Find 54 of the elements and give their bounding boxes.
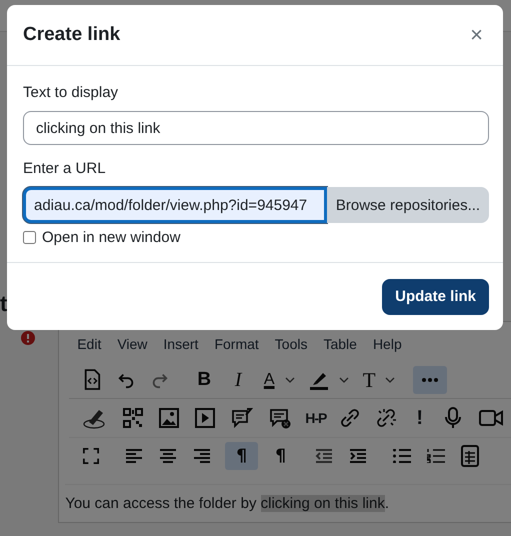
qr-code-icon[interactable] xyxy=(123,408,144,428)
field-label: Text to display xyxy=(23,84,120,101)
checkbox[interactable] xyxy=(23,231,36,244)
outdent-icon[interactable] xyxy=(315,449,334,463)
browse-button[interactable]: Browse repositories... xyxy=(327,187,489,223)
editor-content-text: You can access the folder by clicking on this link. xyxy=(65,484,511,512)
menu-item[interactable]: View xyxy=(117,336,148,352)
align-center-icon[interactable] xyxy=(159,449,178,463)
url-field[interactable]: adiau.ca/mod/folder/view.php?id=945947 xyxy=(23,187,327,223)
menu-item[interactable]: Help xyxy=(372,336,402,352)
indent-icon[interactable] xyxy=(349,449,368,463)
link-icon[interactable] xyxy=(340,408,360,428)
unlink-icon[interactable] xyxy=(376,408,396,428)
source-code-icon[interactable] xyxy=(83,369,102,391)
right-to-left-button[interactable]: ¶ xyxy=(264,442,298,470)
alert-icon[interactable]: ! xyxy=(416,406,423,430)
page-heading: t xyxy=(0,293,8,315)
text-field[interactable]: clicking on this link xyxy=(23,111,489,145)
menu-item[interactable]: Format xyxy=(214,336,259,352)
update-link-button[interactable]: Update link xyxy=(382,278,489,314)
more-icon xyxy=(422,378,438,382)
close-button[interactable]: × xyxy=(466,22,487,48)
comment-delete-icon[interactable] xyxy=(269,407,292,429)
menu-item[interactable]: Insert xyxy=(163,336,198,352)
undo-icon[interactable] xyxy=(117,371,136,389)
redo-icon[interactable] xyxy=(151,371,170,389)
align-left-icon[interactable] xyxy=(125,449,144,463)
caret-icon[interactable] xyxy=(339,377,350,383)
bold-button[interactable]: B xyxy=(187,369,222,391)
italic-button[interactable]: I xyxy=(221,368,256,392)
numbered-list-icon[interactable] xyxy=(427,449,446,463)
caret-icon[interactable] xyxy=(385,377,396,383)
menu-item[interactable]: Edit xyxy=(77,336,102,352)
more-button[interactable] xyxy=(413,366,448,394)
calculator-icon[interactable] xyxy=(461,445,480,467)
font-color-button[interactable]: A xyxy=(255,371,284,389)
media-icon[interactable] xyxy=(195,408,216,428)
bullet-list-icon[interactable] xyxy=(393,449,412,463)
left-to-right-button[interactable]: ¶ xyxy=(225,442,258,470)
menu-item[interactable]: Table xyxy=(323,336,357,352)
fullscreen-icon[interactable] xyxy=(83,448,100,464)
video-icon[interactable] xyxy=(479,409,503,427)
h5p-icon[interactable]: H-P xyxy=(305,410,326,426)
field-label: Enter a URL xyxy=(23,160,107,177)
microphone-icon[interactable] xyxy=(443,407,463,429)
align-right-icon[interactable] xyxy=(193,449,212,463)
font-size-button[interactable]: T xyxy=(355,368,384,392)
menu-item[interactable]: Tools xyxy=(274,336,308,352)
image-icon[interactable] xyxy=(159,408,180,428)
dialog-title: Create link xyxy=(23,24,120,46)
comment-icon[interactable] xyxy=(231,407,254,429)
highlighter-icon[interactable] xyxy=(309,370,330,390)
checkbox-label: Open in new window xyxy=(42,229,180,246)
caret-icon[interactable] xyxy=(285,377,296,383)
